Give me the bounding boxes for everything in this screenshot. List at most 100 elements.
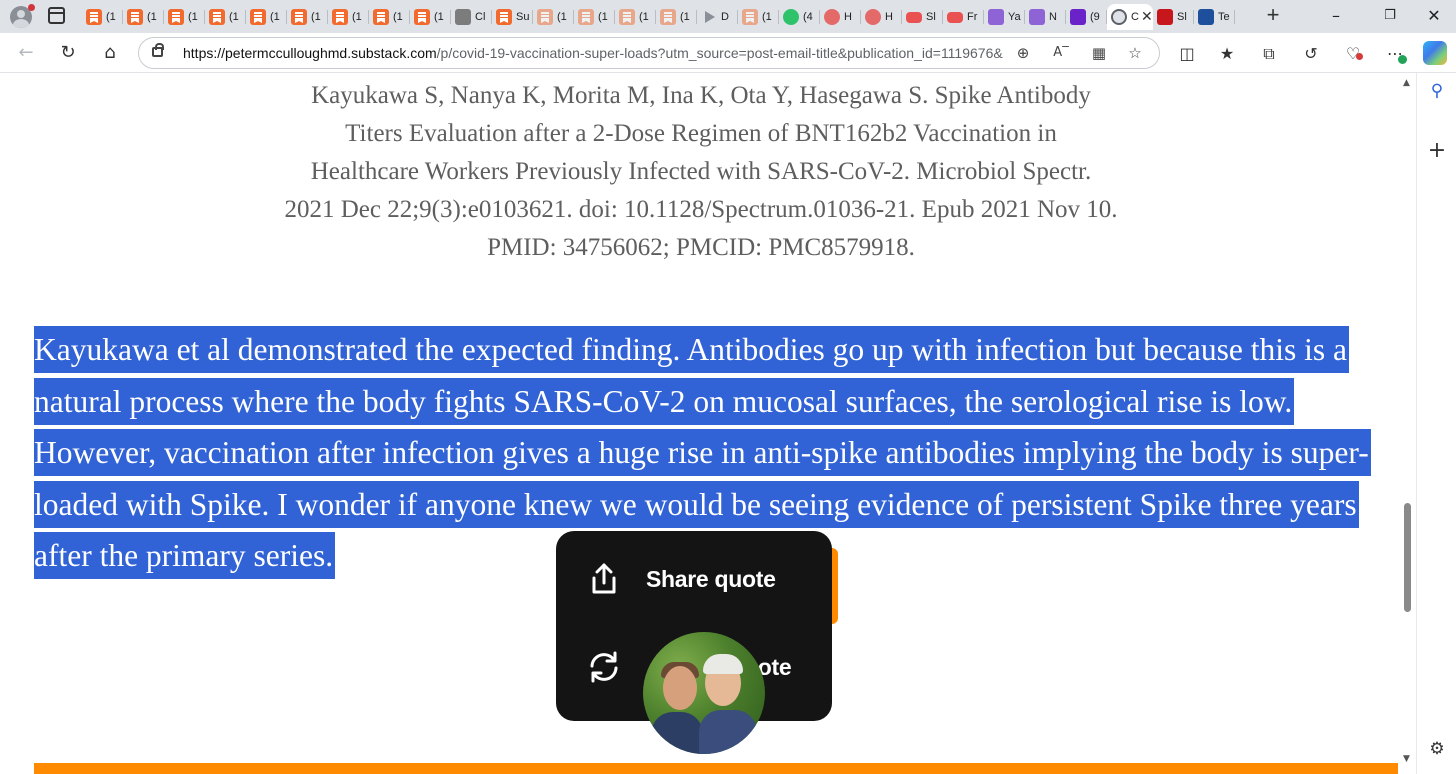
tab-label: Te [1218, 11, 1230, 23]
browser-tab[interactable]: (1 [123, 4, 164, 30]
tab-label: (1 [598, 11, 608, 23]
yahoo-icon [988, 9, 1004, 25]
browser-tab[interactable]: D [697, 4, 738, 30]
tab-label: (1 [270, 11, 280, 23]
browser-tab[interactable]: (1 [82, 4, 123, 30]
substack-icon [414, 9, 430, 25]
substack-icon [373, 9, 389, 25]
home-icon[interactable]: ⌂ [98, 41, 122, 65]
maximize-button[interactable]: ❐ [1370, 4, 1410, 28]
substack-icon [496, 9, 512, 25]
play-icon [701, 9, 717, 25]
browser-tab[interactable]: Su [492, 4, 533, 30]
page-scrollbar[interactable] [1400, 73, 1416, 774]
lock-icon[interactable] [152, 43, 164, 57]
browser-tab[interactable]: N [1025, 4, 1066, 30]
author-avatar [643, 632, 765, 754]
browser-tab[interactable]: H [820, 4, 861, 30]
browser-tab[interactable]: Cl [451, 4, 492, 30]
history-icon[interactable]: ↺ [1300, 43, 1322, 65]
browser-tab[interactable]: (1 [533, 4, 574, 30]
yahoo-icon [1029, 9, 1045, 25]
restack-icon [590, 651, 618, 683]
browser-tab[interactable]: Te [1194, 4, 1235, 30]
minimize-button[interactable]: – [1316, 4, 1356, 28]
browser-tab[interactable]: (1 [574, 4, 615, 30]
tab-label: (9 [1090, 11, 1100, 23]
address-bar[interactable]: https://petermcculloughmd.substack.com/p… [138, 37, 1160, 69]
share-quote-button[interactable]: Share quote [586, 559, 776, 599]
tab-active[interactable]: C ✕ [1107, 4, 1153, 30]
avatar-shirt [651, 712, 703, 754]
refresh-icon[interactable]: ↻ [56, 41, 80, 65]
tab-label: (1 [434, 11, 444, 23]
browser-tab[interactable]: Sl [902, 4, 943, 30]
avatar-shirt [699, 710, 757, 754]
scrollbar-thumb[interactable] [1404, 503, 1411, 612]
pink-icon [865, 9, 881, 25]
share-icon [592, 563, 616, 594]
browser-tab[interactable]: (1 [738, 4, 779, 30]
window-close-button[interactable]: ✕ [1414, 4, 1454, 28]
browser-tab[interactable]: (4 [779, 4, 820, 30]
green-g-icon [783, 9, 799, 25]
copilot-icon[interactable] [1423, 41, 1447, 65]
browser-tab[interactable]: (1 [656, 4, 697, 30]
url-text[interactable]: https://petermcculloughmd.substack.com/p… [183, 45, 1003, 61]
reference-citation: Kayukawa S, Nanya K, Morita M, Ina K, Ot… [230, 77, 1172, 267]
tab-label: (1 [393, 11, 403, 23]
update-badge [1398, 55, 1407, 64]
zoom-icon[interactable]: ⊕ [1013, 43, 1033, 63]
favorites-icon[interactable]: ★ [1216, 43, 1238, 65]
substack-icon [291, 9, 307, 25]
browser-tab[interactable]: Fr [943, 4, 984, 30]
read-aloud-icon[interactable]: A‾ [1051, 43, 1071, 63]
favorite-star-icon[interactable]: ☆ [1125, 43, 1145, 63]
browser-tab[interactable]: (1 [205, 4, 246, 30]
browser-tab[interactable]: (9 [1066, 4, 1107, 30]
substack-icon [250, 9, 266, 25]
collections-icon[interactable]: ⧉ [1258, 43, 1280, 65]
back-arrow-icon[interactable]: ← [14, 41, 38, 65]
browser-tab[interactable]: (1 [164, 4, 205, 30]
substack-faded-icon [537, 9, 553, 25]
mail-icon [1070, 9, 1086, 25]
active-c-icon [1111, 9, 1127, 25]
substack-icon [168, 9, 184, 25]
tab-label: (4 [803, 11, 813, 23]
tab-label: (1 [311, 11, 321, 23]
avatar-face [663, 666, 697, 710]
sidebar-add-icon[interactable]: + [1427, 140, 1447, 162]
browser-tab[interactable]: (1 [369, 4, 410, 30]
browser-tab[interactable]: H [861, 4, 902, 30]
sidebar-search-icon[interactable]: ⚲ [1427, 81, 1447, 101]
scroll-up-arrow-icon[interactable]: ▲ [1403, 78, 1410, 88]
immersive-reader-icon[interactable]: ▦ [1089, 43, 1109, 63]
substack-icon [86, 9, 102, 25]
sidebar-settings-gear-icon[interactable]: ⚙ [1427, 739, 1447, 759]
split-screen-icon[interactable]: ◫ [1176, 43, 1198, 65]
browser-tab[interactable]: (1 [287, 4, 328, 30]
tab-label: C [1131, 11, 1139, 23]
citation-line: 2021 Dec 22;9(3):e0103621. doi: 10.1128/… [284, 196, 1118, 223]
browser-tab[interactable]: (1 [410, 4, 451, 30]
substack-faded-icon [578, 9, 594, 25]
browser-tab[interactable]: Sl [1153, 4, 1194, 30]
tab-label: H [885, 11, 893, 23]
browser-tab[interactable]: (1 [246, 4, 287, 30]
tab-label: (1 [557, 11, 567, 23]
scroll-down-arrow-icon[interactable]: ▼ [1403, 754, 1410, 764]
new-tab-button[interactable]: + [1262, 3, 1284, 29]
url-path: /p/covid-19-vaccination-super-loads?utm_… [436, 45, 1003, 61]
gray-i-icon [455, 9, 471, 25]
browser-tab[interactable]: Ya [984, 4, 1025, 30]
substack-faded-icon [619, 9, 635, 25]
tab-actions-icon[interactable] [48, 7, 65, 24]
citation-line: Healthcare Workers Previously Infected w… [310, 158, 1092, 185]
tab-close-icon[interactable]: ✕ [1141, 9, 1153, 25]
browser-tab[interactable]: (1 [615, 4, 656, 30]
essentials-alert-badge [1356, 53, 1363, 60]
substack-faded-icon [742, 9, 758, 25]
citation-line: Titers Evaluation after a 2-Dose Regimen… [345, 120, 1057, 147]
browser-tab[interactable]: (1 [328, 4, 369, 30]
